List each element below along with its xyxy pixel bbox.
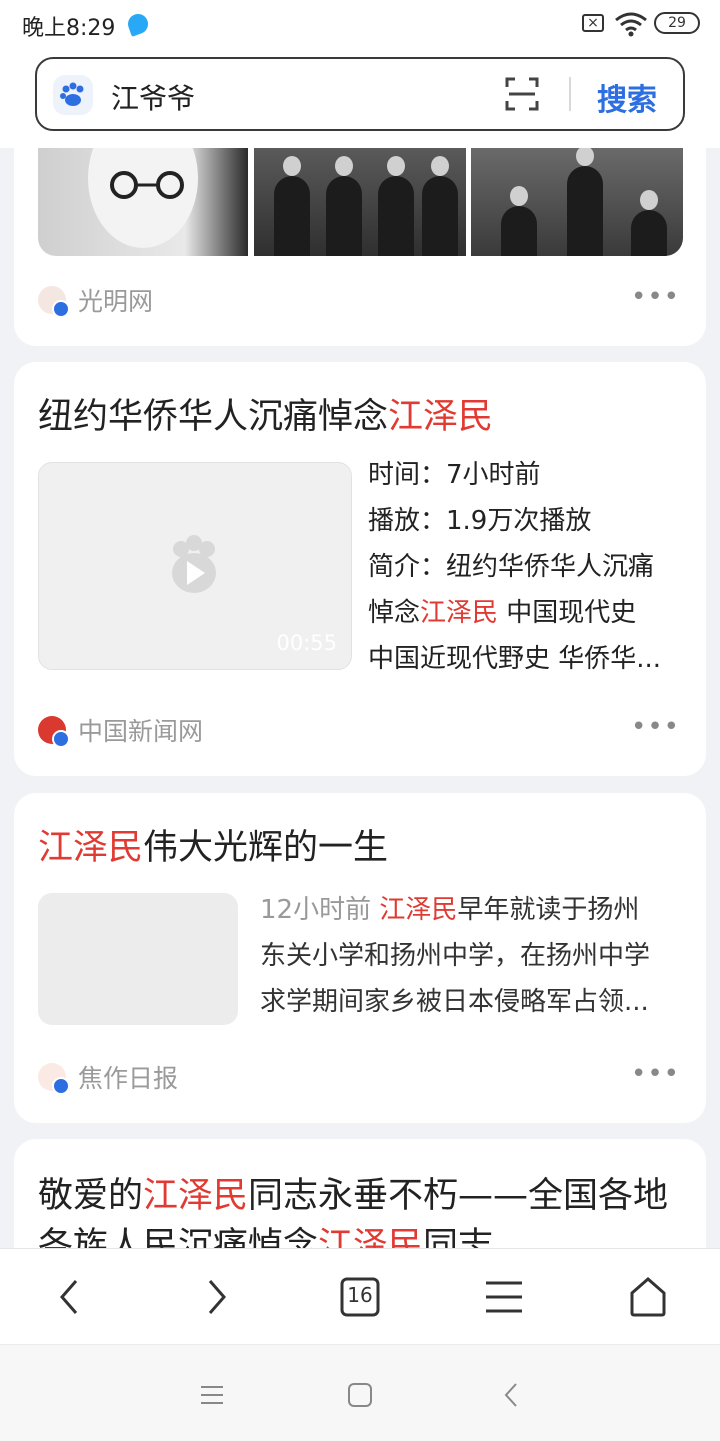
- wifi-icon: [615, 12, 647, 37]
- result-card-article[interactable]: 江泽民伟大光辉的一生 12小时前 江泽民早年就读于扬州 东关小学和扬州中学，在扬…: [14, 793, 706, 1123]
- source-logo-icon: [38, 1063, 70, 1095]
- scan-icon[interactable]: [505, 77, 539, 111]
- video-plays: 播放：1.9万次播放: [368, 506, 592, 536]
- snippet-time: 12小时前: [260, 895, 372, 925]
- back-arrow-icon[interactable]: [46, 1273, 94, 1321]
- battery-indicator: 29: [654, 12, 700, 34]
- result-card-video[interactable]: 纽约华侨华人沉痛悼念江泽民 00:55 时间：7小时前 播放：1.9万次播放 简…: [14, 362, 706, 776]
- video-meta: 时间：7小时前 播放：1.9万次播放 简介：纽约华侨华人沉痛 悼念江泽民 中国现…: [368, 452, 686, 682]
- no-sim-icon: ×: [582, 14, 604, 32]
- result-title[interactable]: 江泽民伟大光辉的一生: [38, 823, 682, 873]
- recents-icon[interactable]: [198, 1381, 226, 1409]
- search-divider: [569, 77, 571, 111]
- source-name: 焦作日报: [78, 1064, 179, 1093]
- menu-icon[interactable]: [480, 1273, 528, 1321]
- photo-figure: [326, 156, 362, 256]
- source-logo-icon: [38, 716, 70, 748]
- article-snippet: 12小时前 江泽民早年就读于扬州 东关小学和扬州中学，在扬州中学 求学期间家乡被…: [260, 887, 690, 1025]
- system-back-icon[interactable]: [498, 1381, 526, 1409]
- snippet-highlight: 江泽民: [379, 895, 458, 925]
- top-bar: 晚上8:29 × 29 江爷爷 搜索: [0, 0, 720, 148]
- result-photo[interactable]: [254, 148, 466, 256]
- baidu-paw-icon: [53, 75, 93, 115]
- video-thumbnail[interactable]: 00:55: [38, 462, 352, 670]
- video-intro-2: 悼念江泽民 中国现代史: [368, 598, 637, 628]
- result-photo[interactable]: [471, 148, 683, 256]
- snippet-line: 求学期间家乡被日本侵略军占领...: [260, 987, 649, 1017]
- source-name: 光明网: [78, 287, 154, 316]
- title-text: 伟大光辉的一生: [143, 828, 389, 868]
- result-source[interactable]: 中国新闻网: [38, 712, 203, 748]
- search-button[interactable]: 搜索: [597, 75, 657, 119]
- home-icon[interactable]: [624, 1273, 672, 1321]
- title-highlight: 江泽民: [38, 828, 144, 868]
- app-notification-icon: [125, 11, 151, 37]
- video-duration: 00:55: [276, 631, 337, 655]
- verified-icon: [52, 300, 70, 318]
- forward-arrow-icon[interactable]: [192, 1273, 240, 1321]
- photo-figure: [422, 156, 458, 256]
- glasses-shape: [110, 171, 184, 199]
- result-title[interactable]: 纽约华侨华人沉痛悼念江泽民: [38, 392, 682, 442]
- photo-figure: [501, 186, 537, 256]
- more-options-icon[interactable]: •••: [631, 1059, 680, 1089]
- system-home-icon[interactable]: [346, 1381, 374, 1409]
- snippet-line: 东关小学和扬州中学，在扬州中学: [260, 941, 651, 971]
- result-source[interactable]: 光明网: [38, 282, 153, 318]
- video-intro-3: 中国近现代野史 华侨华...: [368, 644, 662, 674]
- title-highlight: 江泽民: [388, 397, 494, 437]
- result-photo[interactable]: [38, 148, 248, 256]
- title-text: 纽约华侨华人沉痛悼念: [38, 397, 389, 437]
- source-logo-icon: [38, 286, 70, 318]
- photo-figure: [274, 156, 310, 256]
- verified-icon: [52, 730, 70, 748]
- play-icon[interactable]: [167, 535, 221, 595]
- tabs-button[interactable]: 16: [336, 1273, 384, 1321]
- browser-bottom-nav: 16: [0, 1248, 720, 1345]
- photo-figure: [567, 148, 603, 256]
- video-intro-1: 简介：纽约华侨华人沉痛: [368, 552, 655, 582]
- status-bar: 晚上8:29 × 29: [0, 0, 720, 50]
- photo-figure: [631, 190, 667, 256]
- video-time: 时间：7小时前: [368, 460, 541, 490]
- search-bar[interactable]: 江爷爷 搜索: [35, 57, 685, 131]
- article-thumbnail[interactable]: [38, 893, 238, 1025]
- verified-icon: [52, 1077, 70, 1095]
- system-nav-bar: [0, 1344, 720, 1441]
- status-time: 晚上8:29: [22, 16, 116, 41]
- more-options-icon[interactable]: •••: [631, 712, 680, 742]
- result-card-image[interactable]: 光明网 •••: [14, 120, 706, 346]
- search-input[interactable]: 江爷爷: [111, 77, 195, 117]
- photo-figure: [378, 156, 414, 256]
- result-source[interactable]: 焦作日报: [38, 1059, 178, 1095]
- source-name: 中国新闻网: [78, 717, 204, 746]
- tabs-count: 16: [347, 1283, 373, 1307]
- more-options-icon[interactable]: •••: [631, 282, 680, 312]
